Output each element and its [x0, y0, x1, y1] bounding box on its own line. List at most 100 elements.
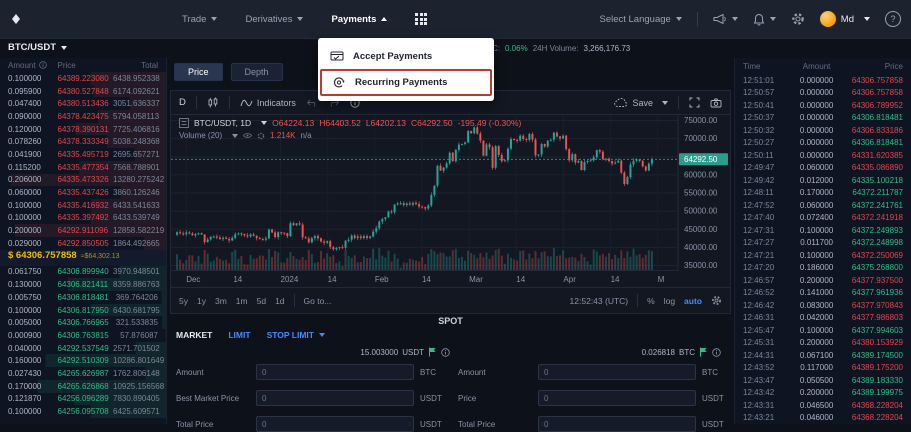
candlestick-style-icon[interactable]	[207, 97, 219, 109]
trade-row: 12:49:470.06000064335.086890	[735, 162, 911, 175]
ask-row[interactable]: 0.20000064292.91109612858.582219	[0, 224, 166, 237]
info-icon[interactable]	[441, 348, 450, 357]
spot-title: SPOT	[166, 316, 735, 326]
menu-item-accept-payments[interactable]: Accept Payments	[318, 43, 494, 69]
bid-row[interactable]: 0.13000064306.8214118359.886763	[0, 278, 166, 291]
info-icon[interactable]	[712, 348, 721, 357]
ask-row[interactable]: 0.09000064378.4234755794.058113	[0, 110, 166, 123]
percent-scale-button[interactable]: %	[647, 296, 655, 306]
nav-payments[interactable]: Payments	[331, 14, 387, 25]
last-price-approx: ≈$64,302.13	[81, 253, 120, 260]
settings-small-icon[interactable]	[257, 132, 265, 140]
user-menu[interactable]: Md	[820, 11, 870, 27]
gear-icon	[791, 12, 805, 26]
buy-total-price-input[interactable]	[256, 416, 414, 432]
pair-selector[interactable]: BTC/USDT	[8, 42, 67, 53]
range-button-5d[interactable]: 5d	[257, 296, 266, 306]
announcements-button[interactable]	[713, 13, 738, 25]
ask-row[interactable]: 0.20600064335.47332613280.275242	[0, 174, 166, 187]
auto-scale-button[interactable]: auto	[684, 296, 702, 306]
trade-row: 12:47:210.10000064372.250069	[735, 249, 911, 262]
fullscreen-icon[interactable]	[689, 97, 700, 108]
trade-row: 12:50:320.00000064306.833186	[735, 124, 911, 137]
chart-settings-gear-icon[interactable]	[711, 295, 722, 306]
tab-price[interactable]: Price	[174, 63, 223, 81]
menu-item-recurring-payments[interactable]: Recurring Payments	[320, 69, 492, 96]
language-selector[interactable]: Select Language	[599, 14, 681, 25]
range-button-1d[interactable]: 1d	[275, 296, 284, 306]
ask-row[interactable]: 0.10000064335.3974926433.539749	[0, 212, 166, 225]
log-scale-button[interactable]: log	[664, 296, 675, 306]
buy-amount-input[interactable]	[256, 364, 414, 380]
chart-legend[interactable]: BTC/USDT, 1D O64224.13 H64403.52 L64202.…	[179, 118, 521, 128]
trade-row: 12:49:420.01200064335.100218	[735, 174, 911, 187]
bid-row[interactable]: 0.04000064292.5375492571.701502	[0, 342, 166, 355]
legend-symbol: BTC/USDT, 1D	[194, 118, 251, 128]
tab-depth[interactable]: Depth	[231, 63, 283, 81]
bell-icon	[753, 13, 765, 26]
mid-price-row[interactable]: $ 64306.757858 ≈$64,302.13	[0, 250, 166, 266]
trade-row: 12:46:570.20000064377.937500	[735, 274, 911, 287]
camera-icon[interactable]	[710, 98, 722, 108]
sell-price-row: Price USDT	[458, 390, 726, 406]
notifications-button[interactable]	[753, 13, 776, 26]
volume-label: Volume (20)	[179, 131, 222, 140]
bid-row[interactable]: 0.00090064306.76381557.876087	[0, 329, 166, 342]
order-book-header: Amount Price Total	[0, 58, 166, 72]
ask-row[interactable]: 0.11520064335.4773547568.788901	[0, 161, 166, 174]
buy-best-market-price-input[interactable]	[256, 390, 414, 406]
volume-legend[interactable]: Volume (20) 1.214K n/a	[179, 131, 312, 140]
range-button-3m[interactable]: 3m	[215, 296, 227, 306]
ask-row[interactable]: 0.09590064380.5278486174.092621	[0, 85, 166, 98]
apps-grid-icon[interactable]	[415, 13, 427, 25]
range-button-1m[interactable]: 1m	[236, 296, 248, 306]
ask-row[interactable]: 0.10000064389.2230806438.952338	[0, 72, 166, 85]
bid-row[interactable]: 0.00575064306.818481369.764206	[0, 291, 166, 304]
cloud-icon	[614, 98, 628, 108]
bid-row[interactable]: 0.02743064265.6269871762.806148	[0, 367, 166, 380]
ask-row[interactable]: 0.12000064378.3901317725.406816	[0, 123, 166, 136]
bid-row[interactable]: 0.12187064256.0962897830.890405	[0, 393, 166, 406]
interval-button[interactable]: D	[179, 97, 186, 108]
goto-button[interactable]: Go to...	[304, 296, 332, 306]
x-axis-label: M	[658, 275, 665, 284]
sell-total-price-input[interactable]	[538, 416, 696, 432]
chevron-down-icon	[319, 333, 325, 337]
payments-dropdown-menu: Accept Payments Recurring Payments	[318, 38, 494, 101]
sell-balance-unit: BTC	[679, 348, 695, 357]
chevron-down-icon	[261, 121, 267, 125]
help-icon[interactable]: ?	[885, 11, 901, 27]
bid-row[interactable]: 0.17000064265.62686810925.156568	[0, 380, 166, 393]
logo[interactable]	[10, 13, 22, 25]
ask-row[interactable]: 0.06000064335.4374263860.126246	[0, 186, 166, 199]
range-button-1y[interactable]: 1y	[197, 296, 206, 306]
bid-row[interactable]: 0.00500064306.766965321.533835	[0, 316, 166, 329]
sell-price-input[interactable]	[538, 390, 696, 406]
ask-row[interactable]: 0.10000064335.4169326433.541633	[0, 199, 166, 212]
nav-derivatives[interactable]: Derivatives	[245, 14, 303, 25]
ask-row[interactable]: 0.04190064335.4957192695.657271	[0, 148, 166, 161]
range-button-5y[interactable]: 5y	[179, 296, 188, 306]
trade-row: 12:51:010.00000064306.757858	[735, 74, 911, 87]
tab-market[interactable]: MARKET	[176, 330, 212, 340]
settings-button[interactable]	[791, 12, 805, 26]
sell-amount-input[interactable]	[538, 364, 696, 380]
time-axis[interactable]: Dec14202414Feb14Mar14Apr14M	[171, 270, 678, 287]
bid-row[interactable]: 0.10000064256.0957086425.609571	[0, 405, 166, 418]
ask-row[interactable]: 0.04740064380.5134363051.636337	[0, 97, 166, 110]
bid-row[interactable]: 0.06175064306.8999403970.948501	[0, 266, 166, 279]
nav-trade[interactable]: Trade	[182, 14, 217, 25]
save-layout-button[interactable]: Save	[614, 98, 668, 108]
bid-row[interactable]: 0.16000064292.51030910286.801649	[0, 354, 166, 367]
eye-icon[interactable]	[243, 132, 252, 139]
ask-row[interactable]: 0.07826064378.3333495038.248368	[0, 135, 166, 148]
undo-icon[interactable]	[306, 98, 318, 108]
tab-limit[interactable]: LIMIT	[228, 330, 250, 340]
trade-row: 12:47:200.18600064375.268800	[735, 262, 911, 275]
indicators-button[interactable]: Indicators	[240, 98, 296, 108]
chart-clock[interactable]: 12:52:43 (UTC)	[570, 296, 629, 306]
legend-close: C64292.50	[411, 118, 453, 128]
bid-row[interactable]: 0.10000064306.8179506430.681795	[0, 304, 166, 317]
tab-stop-limit[interactable]: STOP LIMIT	[267, 330, 325, 340]
ask-row[interactable]: 0.02900064292.8505051864.492665	[0, 237, 166, 250]
